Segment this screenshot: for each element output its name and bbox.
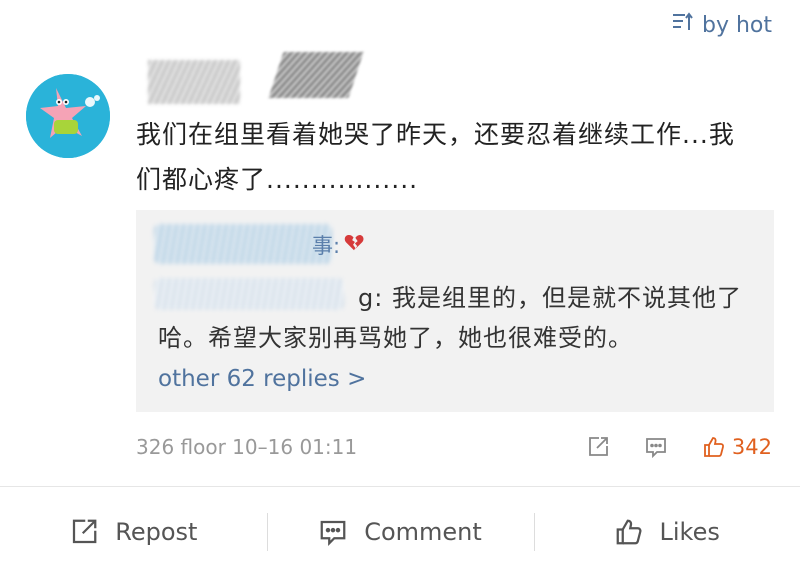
comment-text: 我们在组里看着她哭了昨天，还要忍着继续工作...我们都心疼了..........… <box>136 120 735 194</box>
comment-like-button[interactable] <box>702 435 726 459</box>
repost-button[interactable]: Repost <box>0 487 267 577</box>
thumbs-up-icon <box>704 437 724 457</box>
patrick-star-avatar <box>26 74 110 158</box>
comment-reply-button[interactable] <box>644 435 668 459</box>
thumbs-up-icon <box>616 519 641 545</box>
comment-icon <box>646 438 666 459</box>
redaction-scribble <box>148 60 240 104</box>
reply-preview[interactable]: 事: g: 我是组里的，但是就不说其他了哈。希望大家别再骂她了，她也很难受的。 … <box>136 210 774 412</box>
reply-text: g: 我是组里的，但是就不说其他了哈。希望大家别再骂她了，她也很难受的。 <box>158 284 742 352</box>
comment-label: Comment <box>364 518 482 546</box>
comment-actions: 342 <box>586 435 772 459</box>
bottom-action-bar: Repost Comment Likes <box>0 486 800 577</box>
reply-author-redacted[interactable] <box>154 224 332 264</box>
redaction-scribble <box>268 52 364 98</box>
more-replies-link[interactable]: other 62 replies > <box>158 366 366 392</box>
broken-heart-icon <box>343 231 365 259</box>
reply-author-suffix: 事: <box>312 234 341 258</box>
comment-button[interactable]: Comment <box>267 487 534 577</box>
username-redacted[interactable] <box>148 52 364 104</box>
likes-label: Likes <box>659 518 720 546</box>
floor-timestamp: 326 floor 10–16 01:11 <box>136 435 358 459</box>
avatar[interactable] <box>26 74 110 158</box>
repost-icon <box>589 437 608 456</box>
repost-label: Repost <box>115 518 198 546</box>
sort-icon <box>670 10 694 40</box>
sort-label: by hot <box>701 12 772 38</box>
comment-repost-button[interactable] <box>586 435 610 459</box>
repost-icon <box>73 519 97 544</box>
sort-by-hot-button[interactable]: by hot <box>670 10 772 40</box>
like-count: 342 <box>731 435 772 459</box>
comment-meta-row: 326 floor 10–16 01:11 342 <box>136 430 772 464</box>
comment-icon <box>320 520 346 546</box>
likes-button[interactable]: Likes <box>533 487 800 577</box>
